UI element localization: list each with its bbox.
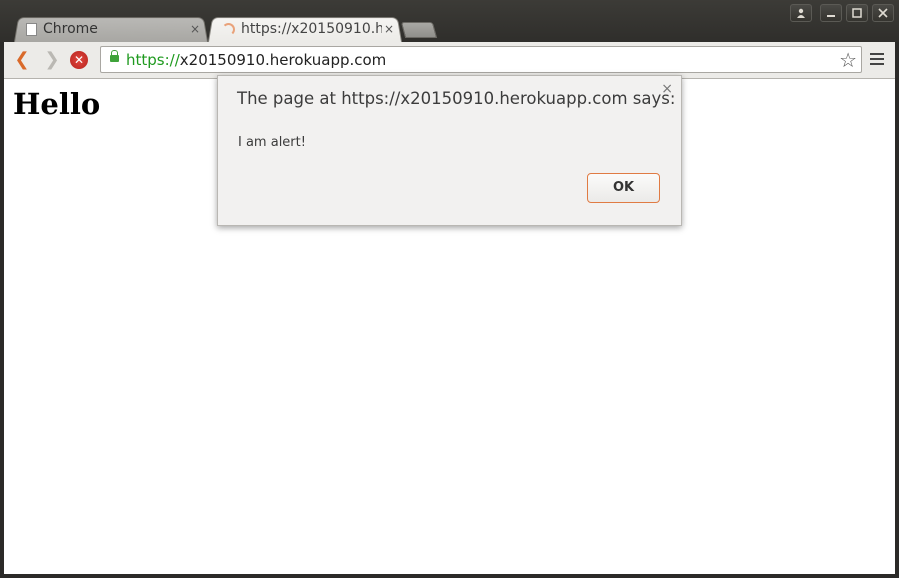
bookmark-star-icon[interactable]: ☆	[839, 48, 857, 72]
url-text[interactable]: https://x20150910.herokuapp.com	[126, 51, 386, 69]
stop-icon: ✕	[73, 53, 85, 67]
tab-title: https://x20150910.h	[241, 21, 382, 37]
new-tab-button[interactable]	[400, 22, 438, 38]
back-arrow-icon: ❮	[14, 49, 30, 70]
dialog-message: I am alert!	[238, 135, 306, 150]
alert-dialog: The page at https://x20150910.herokuapp.…	[217, 75, 682, 226]
page-heading: Hello	[13, 87, 101, 121]
url-host: x20150910.herokuapp.com	[179, 51, 387, 69]
hamburger-icon	[870, 53, 884, 55]
stop-button[interactable]: ✕	[70, 51, 88, 69]
maximize-icon	[852, 8, 862, 18]
back-button[interactable]: ❮	[12, 50, 32, 70]
browser-toolbar: ❮ ❯ ✕ https://x20150910.herokuapp.com ☆	[4, 42, 895, 79]
dialog-title: The page at https://x20150910.herokuapp.…	[237, 89, 676, 108]
ok-button[interactable]: OK	[587, 173, 660, 203]
tab-close-icon[interactable]: ×	[382, 22, 396, 36]
minimize-button[interactable]	[820, 4, 842, 22]
forward-arrow-icon: ❯	[44, 49, 60, 70]
close-icon	[878, 8, 888, 18]
window-close-button[interactable]	[872, 4, 894, 22]
minimize-icon	[827, 15, 835, 17]
maximize-button[interactable]	[846, 4, 868, 22]
tab-close-icon[interactable]: ×	[188, 22, 202, 36]
dialog-close-icon[interactable]: ×	[661, 81, 673, 97]
page-icon	[26, 22, 37, 36]
forward-button[interactable]: ❯	[42, 50, 62, 70]
url-scheme: https://	[126, 51, 180, 69]
tab-title: Chrome	[43, 21, 98, 37]
tab-chrome-content[interactable]: Chrome ×	[26, 16, 202, 42]
loading-spinner-icon	[222, 22, 235, 36]
tab-active-content[interactable]: https://x20150910.h ×	[220, 16, 396, 42]
hamburger-icon-line	[870, 63, 884, 65]
hamburger-icon-line	[870, 58, 884, 60]
menu-button[interactable]	[870, 53, 884, 67]
lock-icon	[110, 50, 119, 62]
address-bar[interactable]: https://x20150910.herokuapp.com ☆	[100, 46, 862, 73]
profile-icon[interactable]	[790, 4, 812, 22]
